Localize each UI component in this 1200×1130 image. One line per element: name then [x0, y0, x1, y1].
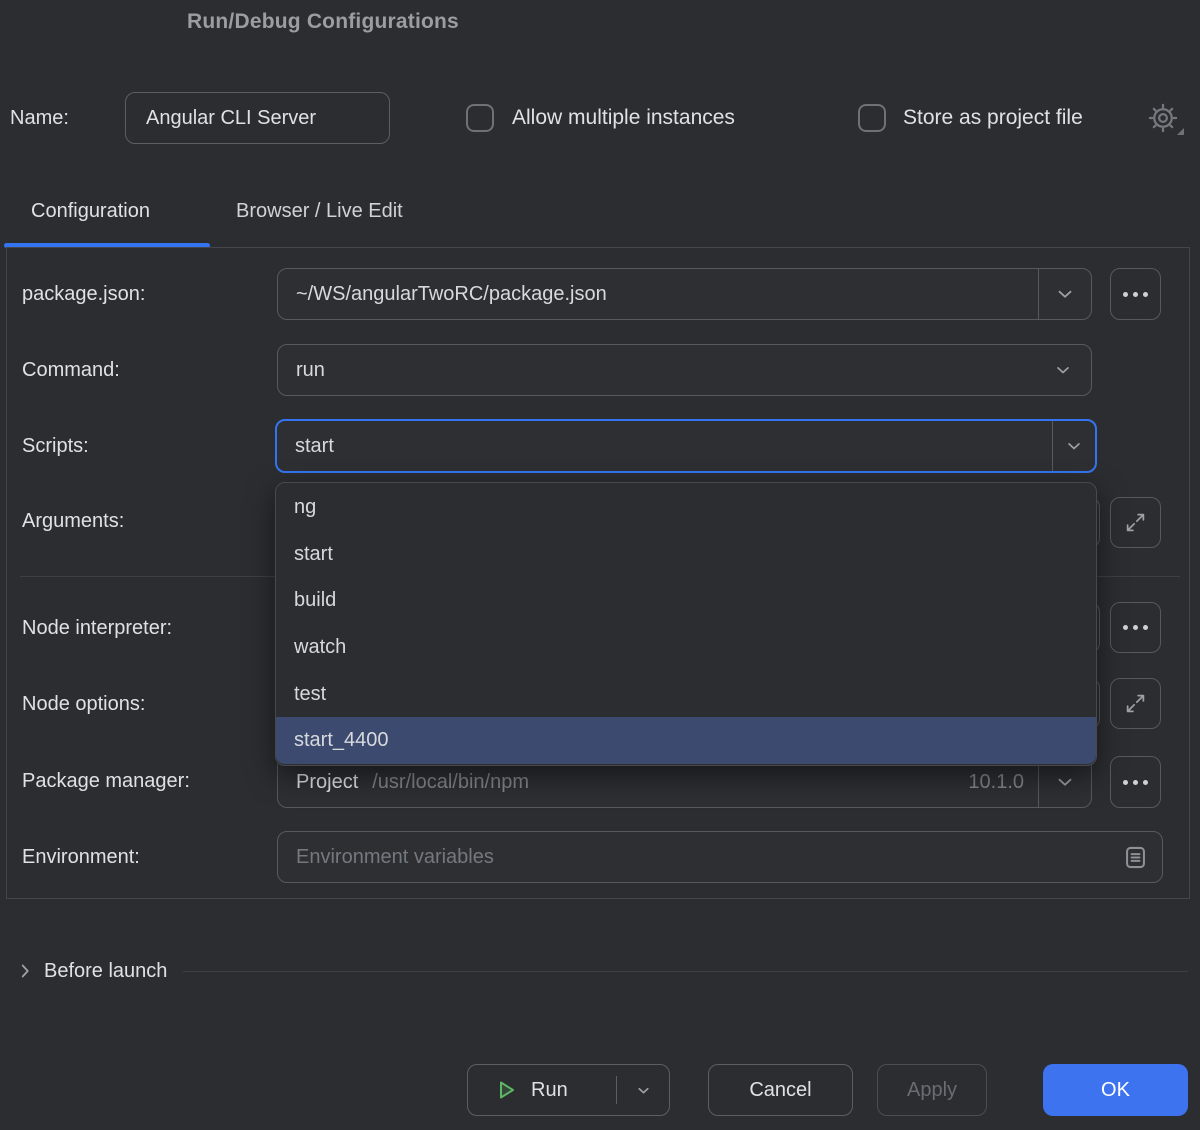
- chevron-down-icon: [1053, 360, 1073, 380]
- store-as-project-file-label: Store as project file: [903, 92, 1083, 144]
- run-debug-configurations-dialog: Run/Debug Configurations Name: Allow mul…: [0, 0, 1200, 1130]
- command-value: run: [278, 359, 325, 382]
- run-options-chevron-button[interactable]: [617, 1065, 669, 1115]
- node-options-expand-button[interactable]: [1110, 678, 1161, 729]
- chevron-down-icon: [1054, 771, 1076, 793]
- list-icon: [1122, 844, 1149, 871]
- command-label: Command:: [22, 344, 120, 396]
- tab-browser-live-edit[interactable]: Browser / Live Edit: [236, 188, 403, 234]
- cancel-button-label: Cancel: [749, 1079, 811, 1102]
- package-json-chevron-button[interactable]: [1039, 269, 1091, 319]
- tab-configuration[interactable]: Configuration: [31, 188, 150, 234]
- expand-icon: [1125, 693, 1146, 714]
- play-icon: [468, 1078, 518, 1102]
- scripts-label: Scripts:: [22, 420, 89, 472]
- node-options-label: Node options:: [22, 678, 145, 730]
- arguments-label: Arguments:: [22, 495, 124, 547]
- run-button[interactable]: Run: [467, 1064, 670, 1116]
- package-json-combobox[interactable]: ~/WS/angularTwoRC/package.json: [277, 268, 1092, 320]
- run-button-label: Run: [518, 1079, 568, 1102]
- gear-dropdown-triangle: [1177, 128, 1184, 135]
- scripts-combobox[interactable]: start: [275, 419, 1097, 473]
- package-json-browse-button[interactable]: [1110, 268, 1161, 320]
- node-interpreter-label: Node interpreter:: [22, 602, 172, 654]
- name-label: Name:: [10, 92, 69, 144]
- package-json-label: package.json:: [22, 268, 145, 320]
- store-as-project-file-checkbox[interactable]: [858, 104, 886, 132]
- apply-button[interactable]: Apply: [877, 1064, 987, 1116]
- dropdown-item-build[interactable]: build: [276, 577, 1096, 624]
- dialog-title: Run/Debug Configurations: [187, 10, 459, 34]
- environment-variables-list-button[interactable]: [1122, 844, 1162, 871]
- command-chevron-button[interactable]: [1035, 345, 1091, 395]
- gear-icon: [1148, 103, 1180, 133]
- expand-icon: [1125, 512, 1146, 533]
- package-manager-label: Package manager:: [22, 755, 190, 807]
- ok-button-label: OK: [1101, 1079, 1130, 1102]
- chevron-down-icon: [635, 1082, 652, 1099]
- scripts-chevron-button[interactable]: [1053, 421, 1095, 471]
- chevron-down-icon: [1064, 436, 1084, 456]
- dropdown-item-start[interactable]: start: [276, 531, 1096, 578]
- name-input[interactable]: [125, 92, 390, 144]
- package-manager-value: Project: [278, 771, 358, 794]
- allow-multiple-instances-checkbox[interactable]: [466, 104, 494, 132]
- dropdown-item-start_4400[interactable]: start_4400: [276, 717, 1096, 764]
- ellipsis-icon: [1123, 625, 1128, 630]
- allow-multiple-instances-label: Allow multiple instances: [512, 92, 735, 144]
- before-launch-rule: [183, 971, 1188, 972]
- package-manager-path: /usr/local/bin/npm: [358, 771, 529, 794]
- command-combobox[interactable]: run: [277, 344, 1092, 396]
- scripts-value: start: [277, 435, 334, 458]
- package-json-value: ~/WS/angularTwoRC/package.json: [278, 283, 607, 306]
- scripts-dropdown: ngstartbuildwatchteststart_4400: [275, 482, 1097, 766]
- environment-field[interactable]: Environment variables: [277, 831, 1163, 883]
- arguments-expand-button[interactable]: [1110, 497, 1161, 548]
- dropdown-item-watch[interactable]: watch: [276, 624, 1096, 671]
- apply-button-label: Apply: [907, 1079, 957, 1102]
- environment-label: Environment:: [22, 831, 140, 883]
- dropdown-item-test[interactable]: test: [276, 671, 1096, 718]
- dropdown-item-ng[interactable]: ng: [276, 484, 1096, 531]
- settings-gear-button[interactable]: [1148, 103, 1180, 135]
- ellipsis-icon: [1123, 780, 1128, 785]
- package-manager-version: 10.1.0: [968, 771, 1038, 794]
- environment-placeholder: Environment variables: [278, 846, 494, 869]
- ok-button[interactable]: OK: [1043, 1064, 1188, 1116]
- chevron-down-icon: [1054, 283, 1076, 305]
- chevron-right-icon: [14, 960, 36, 982]
- package-manager-browse-button[interactable]: [1110, 756, 1161, 808]
- ellipsis-icon: [1123, 292, 1128, 297]
- before-launch-label: Before launch: [36, 960, 183, 983]
- cancel-button[interactable]: Cancel: [708, 1064, 853, 1116]
- node-interpreter-browse-button[interactable]: [1110, 602, 1161, 653]
- before-launch-section[interactable]: Before launch: [14, 947, 1188, 995]
